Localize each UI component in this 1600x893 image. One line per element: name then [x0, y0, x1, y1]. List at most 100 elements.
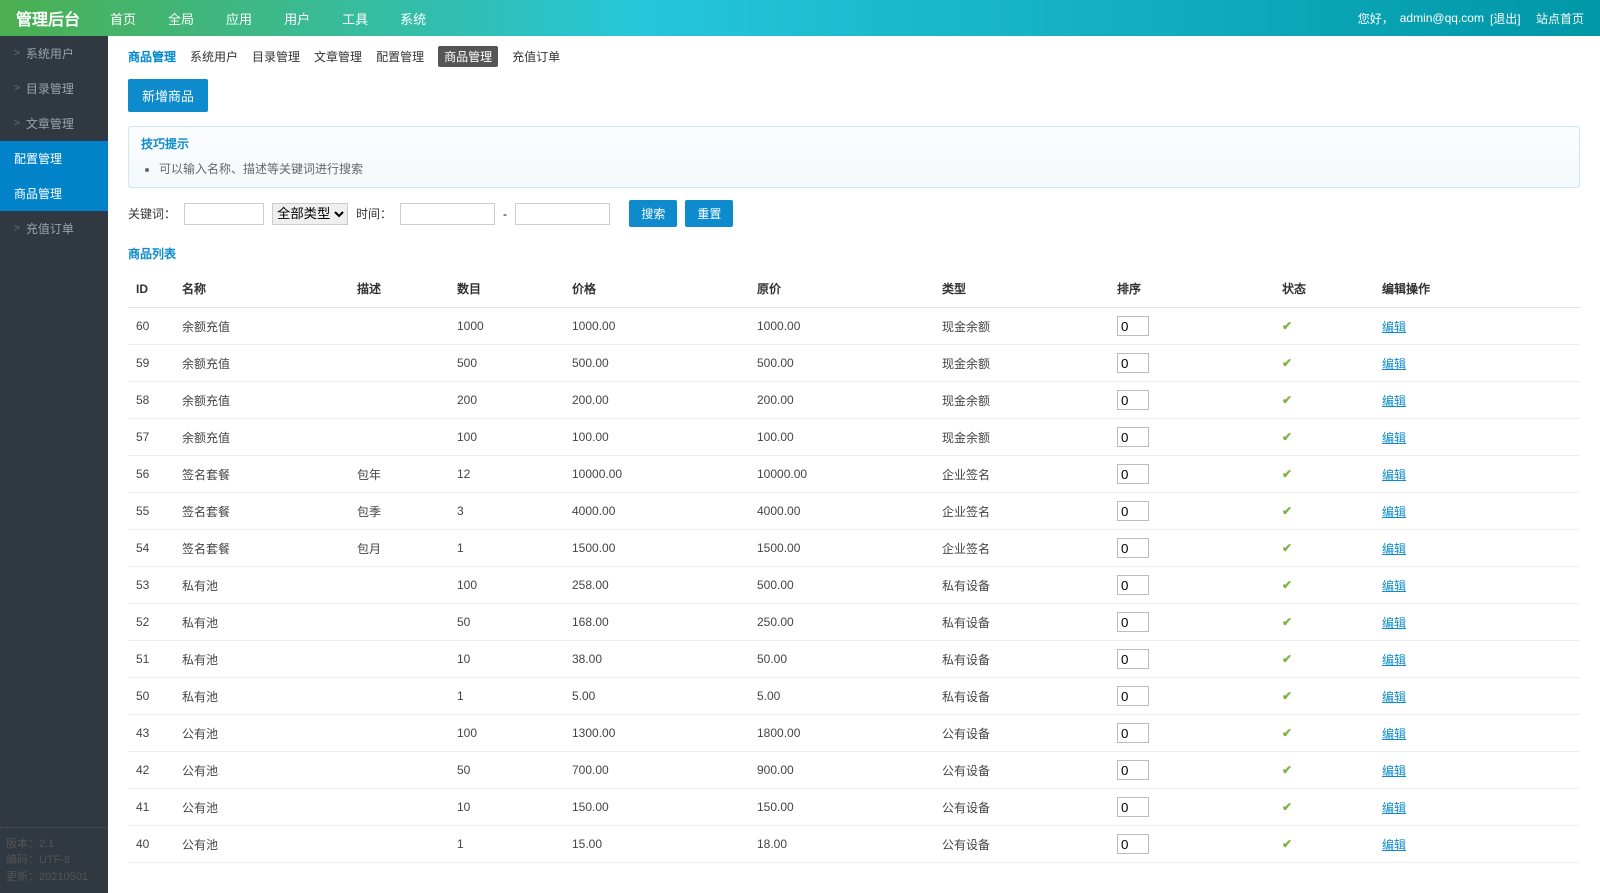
- edit-link[interactable]: 编辑: [1382, 616, 1406, 630]
- check-icon: ✔: [1282, 319, 1292, 333]
- chevron-right-icon: >: [14, 118, 20, 129]
- check-icon: ✔: [1282, 652, 1292, 666]
- th-status: 状态: [1274, 270, 1374, 308]
- cell-desc: [349, 789, 449, 826]
- edit-link[interactable]: 编辑: [1382, 690, 1406, 704]
- cell-sort: [1109, 826, 1274, 863]
- sort-input[interactable]: [1117, 427, 1149, 447]
- sidebar-item-2[interactable]: > 文章管理: [0, 106, 108, 141]
- sort-input[interactable]: [1117, 797, 1149, 817]
- edit-link[interactable]: 编辑: [1382, 764, 1406, 778]
- nav-users[interactable]: 用户: [284, 9, 310, 28]
- nav-home[interactable]: 首页: [110, 9, 136, 28]
- bc-item-5[interactable]: 充值订单: [512, 48, 560, 65]
- cell-sort: [1109, 789, 1274, 826]
- cell-type: 私有设备: [934, 567, 1109, 604]
- cell-actions: 编辑: [1374, 826, 1580, 863]
- table-row: 41公有池10150.00150.00公有设备✔编辑: [128, 789, 1580, 826]
- cell-id: 43: [128, 715, 174, 752]
- edit-link[interactable]: 编辑: [1382, 579, 1406, 593]
- cell-orig: 10000.00: [749, 456, 934, 493]
- nav-apps[interactable]: 应用: [226, 9, 252, 28]
- bc-item-3[interactable]: 配置管理: [376, 48, 424, 65]
- sidebar-item-4[interactable]: 商品管理: [0, 176, 108, 211]
- cell-id: 58: [128, 382, 174, 419]
- cell-sort: [1109, 567, 1274, 604]
- edit-link[interactable]: 编辑: [1382, 838, 1406, 852]
- date-to-input[interactable]: [515, 203, 610, 225]
- sort-input[interactable]: [1117, 316, 1149, 336]
- date-sep: -: [503, 207, 507, 221]
- cell-status: ✔: [1274, 604, 1374, 641]
- nav-tools[interactable]: 工具: [342, 9, 368, 28]
- edit-link[interactable]: 编辑: [1382, 542, 1406, 556]
- cell-desc: 包季: [349, 493, 449, 530]
- search-button[interactable]: 搜索: [629, 200, 677, 227]
- date-from-input[interactable]: [400, 203, 495, 225]
- sort-input[interactable]: [1117, 760, 1149, 780]
- type-select[interactable]: 全部类型: [272, 203, 348, 225]
- sort-input[interactable]: [1117, 686, 1149, 706]
- sort-input[interactable]: [1117, 501, 1149, 521]
- edit-link[interactable]: 编辑: [1382, 801, 1406, 815]
- cell-actions: 编辑: [1374, 678, 1580, 715]
- edit-link[interactable]: 编辑: [1382, 653, 1406, 667]
- sort-input[interactable]: [1117, 464, 1149, 484]
- sort-input[interactable]: [1117, 575, 1149, 595]
- cell-type: 企业签名: [934, 456, 1109, 493]
- edit-link[interactable]: 编辑: [1382, 320, 1406, 334]
- sidebar-item-0[interactable]: >系统用户: [0, 36, 108, 71]
- check-icon: ✔: [1282, 430, 1292, 444]
- cell-orig: 500.00: [749, 567, 934, 604]
- keyword-input[interactable]: [184, 203, 264, 225]
- cell-orig: 50.00: [749, 641, 934, 678]
- edit-link[interactable]: 编辑: [1382, 727, 1406, 741]
- site-home-link[interactable]: 站点首页: [1536, 10, 1584, 27]
- cell-sort: [1109, 715, 1274, 752]
- cell-type: 现金余额: [934, 345, 1109, 382]
- edit-link[interactable]: 编辑: [1382, 468, 1406, 482]
- cell-actions: 编辑: [1374, 419, 1580, 456]
- cell-desc: [349, 567, 449, 604]
- sidebar-item-5[interactable]: >充值订单: [0, 211, 108, 246]
- check-icon: ✔: [1282, 726, 1292, 740]
- bc-item-1[interactable]: 目录管理: [252, 48, 300, 65]
- sort-input[interactable]: [1117, 723, 1149, 743]
- sidebar-item-label: 文章管理: [26, 115, 74, 132]
- sort-input[interactable]: [1117, 649, 1149, 669]
- sort-input[interactable]: [1117, 834, 1149, 854]
- table-row: 43公有池1001300.001800.00公有设备✔编辑: [128, 715, 1580, 752]
- sort-input[interactable]: [1117, 612, 1149, 632]
- bc-item-2[interactable]: 文章管理: [314, 48, 362, 65]
- nav-system[interactable]: 系统: [400, 9, 426, 28]
- greeting: 您好，: [1358, 10, 1394, 27]
- sort-input[interactable]: [1117, 390, 1149, 410]
- add-product-button[interactable]: 新增商品: [128, 79, 208, 112]
- cell-price: 168.00: [564, 604, 749, 641]
- nav-global[interactable]: 全局: [168, 9, 194, 28]
- bc-item-4[interactable]: 商品管理: [438, 46, 498, 67]
- sort-input[interactable]: [1117, 538, 1149, 558]
- cell-actions: 编辑: [1374, 456, 1580, 493]
- bc-item-0[interactable]: 系统用户: [190, 48, 238, 65]
- edit-link[interactable]: 编辑: [1382, 505, 1406, 519]
- th-id: ID: [128, 270, 174, 308]
- cell-actions: 编辑: [1374, 604, 1580, 641]
- cell-price: 150.00: [564, 789, 749, 826]
- cell-desc: 包年: [349, 456, 449, 493]
- cell-id: 52: [128, 604, 174, 641]
- sidebar-item-1[interactable]: >目录管理: [0, 71, 108, 106]
- sidebar-item-3[interactable]: 配置管理: [0, 141, 108, 176]
- check-icon: ✔: [1282, 615, 1292, 629]
- logout-link[interactable]: [退出]: [1490, 10, 1521, 27]
- user-link[interactable]: admin@qq.com: [1400, 11, 1484, 25]
- reset-button[interactable]: 重置: [685, 200, 733, 227]
- sidebar: >系统用户>目录管理>文章管理配置管理商品管理>充值订单 版本：2.1 编码：U…: [0, 36, 108, 893]
- edit-link[interactable]: 编辑: [1382, 394, 1406, 408]
- edit-link[interactable]: 编辑: [1382, 431, 1406, 445]
- cell-id: 41: [128, 789, 174, 826]
- edit-link[interactable]: 编辑: [1382, 357, 1406, 371]
- cell-id: 60: [128, 308, 174, 345]
- cell-orig: 4000.00: [749, 493, 934, 530]
- sort-input[interactable]: [1117, 353, 1149, 373]
